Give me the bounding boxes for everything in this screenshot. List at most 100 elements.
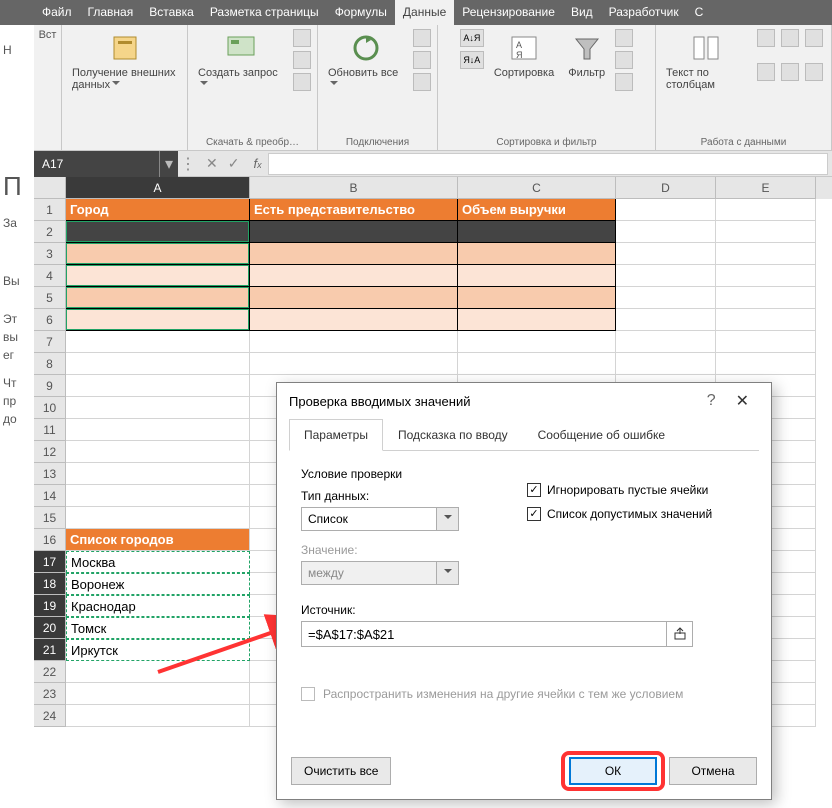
- tab-view[interactable]: Вид: [563, 0, 601, 25]
- dialog-title-bar[interactable]: Проверка вводимых значений ? ✕: [277, 383, 771, 419]
- row-header-11[interactable]: 11: [34, 419, 66, 441]
- cancel-button[interactable]: Отмена: [669, 757, 757, 785]
- name-box[interactable]: A17: [34, 151, 160, 177]
- cell-E7[interactable]: [716, 331, 816, 353]
- mini-btn-1[interactable]: [293, 29, 311, 47]
- tab-data[interactable]: Данные: [395, 0, 454, 25]
- col-header-d[interactable]: D: [616, 177, 716, 199]
- row-header-18[interactable]: 18: [34, 573, 66, 595]
- cell-A21[interactable]: Иркутск: [66, 639, 250, 661]
- row-header-13[interactable]: 13: [34, 463, 66, 485]
- cell-E5[interactable]: [716, 287, 816, 309]
- cell-B2[interactable]: [250, 221, 458, 243]
- cell-C1[interactable]: Объем выручки: [458, 199, 616, 221]
- advanced-filter-button[interactable]: [615, 73, 633, 91]
- relations-button[interactable]: [781, 63, 799, 81]
- cell-D6[interactable]: [616, 309, 716, 331]
- cell-D4[interactable]: [616, 265, 716, 287]
- row-header-8[interactable]: 8: [34, 353, 66, 375]
- tab-file[interactable]: Файл: [34, 0, 80, 25]
- cell-A10[interactable]: [66, 397, 250, 419]
- ignore-blank-checkbox[interactable]: ✓ Игнорировать пустые ячейки: [527, 483, 712, 497]
- col-header-e[interactable]: E: [716, 177, 816, 199]
- tab-review[interactable]: Рецензирование: [454, 0, 563, 25]
- cell-A13[interactable]: [66, 463, 250, 485]
- remove-dup-button[interactable]: [781, 29, 799, 47]
- cell-A23[interactable]: [66, 683, 250, 705]
- get-external-data-button[interactable]: Получение внешних данных: [68, 29, 181, 93]
- clear-filter-button[interactable]: [615, 29, 633, 47]
- cell-A4[interactable]: [66, 265, 250, 287]
- cell-D2[interactable]: [616, 221, 716, 243]
- mini-conn-2[interactable]: [413, 51, 431, 69]
- name-box-dropdown[interactable]: ▾: [160, 151, 178, 177]
- row-header-19[interactable]: 19: [34, 595, 66, 617]
- tab-home[interactable]: Главная: [80, 0, 142, 25]
- cell-C6[interactable]: [458, 309, 616, 331]
- cell-E4[interactable]: [716, 265, 816, 287]
- cell-C2[interactable]: [458, 221, 616, 243]
- cell-C5[interactable]: [458, 287, 616, 309]
- cell-C3[interactable]: [458, 243, 616, 265]
- row-header-10[interactable]: 10: [34, 397, 66, 419]
- cell-D7[interactable]: [616, 331, 716, 353]
- cell-C8[interactable]: [458, 353, 616, 375]
- row-header-6[interactable]: 6: [34, 309, 66, 331]
- cell-E1[interactable]: [716, 199, 816, 221]
- cell-D8[interactable]: [616, 353, 716, 375]
- cell-A7[interactable]: [66, 331, 250, 353]
- cell-A1[interactable]: Город: [66, 199, 250, 221]
- tab-more[interactable]: С: [687, 0, 712, 25]
- col-header-a[interactable]: A: [66, 177, 250, 199]
- cell-A6[interactable]: [66, 309, 250, 331]
- refresh-all-button[interactable]: Обновить все: [324, 29, 407, 93]
- cell-B1[interactable]: Есть представительство: [250, 199, 458, 221]
- cell-A19[interactable]: Краснодар: [66, 595, 250, 617]
- cell-B6[interactable]: [250, 309, 458, 331]
- range-picker-icon[interactable]: [666, 622, 692, 646]
- source-input[interactable]: [302, 627, 666, 642]
- mini-conn-1[interactable]: [413, 29, 431, 47]
- row-header-23[interactable]: 23: [34, 683, 66, 705]
- close-icon[interactable]: ✕: [726, 391, 759, 411]
- cell-A16[interactable]: Список городов: [66, 529, 250, 551]
- text-to-columns-button[interactable]: Текст по столбцам: [662, 29, 749, 93]
- row-header-16[interactable]: 16: [34, 529, 66, 551]
- formula-input[interactable]: [268, 153, 828, 175]
- tab-parameters[interactable]: Параметры: [289, 419, 383, 451]
- cell-B7[interactable]: [250, 331, 458, 353]
- cell-B5[interactable]: [250, 287, 458, 309]
- row-header-3[interactable]: 3: [34, 243, 66, 265]
- row-header-7[interactable]: 7: [34, 331, 66, 353]
- row-header-14[interactable]: 14: [34, 485, 66, 507]
- row-header-2[interactable]: 2: [34, 221, 66, 243]
- sort-asc-button[interactable]: А↓Я: [460, 29, 484, 47]
- row-header-21[interactable]: 21: [34, 639, 66, 661]
- cell-A5[interactable]: [66, 287, 250, 309]
- enter-formula-icon[interactable]: ✓: [228, 155, 240, 172]
- mini-btn-2[interactable]: [293, 51, 311, 69]
- sort-desc-button[interactable]: Я↓А: [460, 51, 484, 69]
- ok-button[interactable]: ОК: [569, 757, 657, 785]
- cell-E3[interactable]: [716, 243, 816, 265]
- cell-B8[interactable]: [250, 353, 458, 375]
- type-combobox[interactable]: Список: [301, 507, 459, 531]
- cell-A14[interactable]: [66, 485, 250, 507]
- tab-formulas[interactable]: Формулы: [327, 0, 395, 25]
- row-header-17[interactable]: 17: [34, 551, 66, 573]
- in-cell-dropdown-checkbox[interactable]: ✓ Список допустимых значений: [527, 507, 712, 521]
- tab-developer[interactable]: Разработчик: [601, 0, 687, 25]
- row-header-9[interactable]: 9: [34, 375, 66, 397]
- cell-A24[interactable]: [66, 705, 250, 727]
- cancel-formula-icon[interactable]: ✕: [206, 155, 218, 172]
- row-header-12[interactable]: 12: [34, 441, 66, 463]
- tab-page-layout[interactable]: Разметка страницы: [202, 0, 327, 25]
- tab-error-alert[interactable]: Сообщение об ошибке: [523, 419, 680, 450]
- cell-C7[interactable]: [458, 331, 616, 353]
- select-all-corner[interactable]: [34, 177, 66, 199]
- clear-all-button[interactable]: Очистить все: [291, 757, 391, 785]
- cell-B3[interactable]: [250, 243, 458, 265]
- cell-D1[interactable]: [616, 199, 716, 221]
- tab-insert[interactable]: Вставка: [141, 0, 202, 25]
- cell-A18[interactable]: Воронеж: [66, 573, 250, 595]
